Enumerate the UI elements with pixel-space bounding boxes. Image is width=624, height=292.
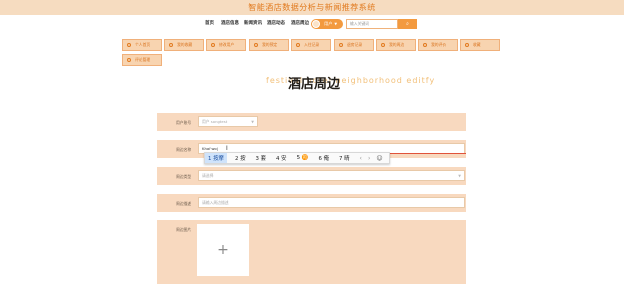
avatar <box>312 20 320 28</box>
circle-icon <box>423 43 427 47</box>
ime-candidate-bar: 1 按摩 2 按 3 套 4 安 5 🉑 6 俺 7 晴 ‹ › ☺ <box>204 152 390 164</box>
ime-candidate[interactable]: 7 晴 <box>339 154 350 162</box>
circle-icon <box>127 58 131 62</box>
chevron-down-icon: ▼ <box>458 174 461 178</box>
menu-button-reviews[interactable]: 我的评价 <box>418 39 458 51</box>
site-title: 智能酒店数据分析与新闻推荐系统 <box>248 3 376 12</box>
nav-item-hotel-info[interactable]: 酒店信息 <box>221 20 239 26</box>
desc-label: 周边描述 <box>176 201 192 206</box>
ime-candidate[interactable]: 1 按摩 <box>205 153 227 163</box>
user-select[interactable]: 用户 songtest ▼ <box>198 116 258 127</box>
menu-button-comments[interactable]: 评论管理 <box>122 54 162 66</box>
menu-button-collect[interactable]: 收藏 <box>460 39 500 51</box>
circle-icon <box>254 43 258 47</box>
ime-candidate[interactable]: 2 按 <box>235 154 246 162</box>
user-menu-button[interactable]: 用户 ▼ <box>311 19 343 29</box>
nav-item-home[interactable]: 首页 <box>205 20 214 26</box>
circle-icon <box>465 43 469 47</box>
image-upload-button[interactable]: + <box>197 224 249 276</box>
chevron-down-icon: ▼ <box>251 120 254 124</box>
chevron-down-icon: ▼ <box>334 22 338 26</box>
form-row-user: 用户账号 用户 songtest ▼ <box>157 113 466 131</box>
plus-icon: + <box>217 242 229 258</box>
ime-candidate[interactable]: 4 安 <box>276 154 287 162</box>
menu-button-favorites[interactable]: 我的收藏 <box>164 39 204 51</box>
chevron-right-icon[interactable]: › <box>368 155 370 162</box>
ime-candidate[interactable]: 5 🉑 <box>297 155 309 161</box>
nav-item-hotel-surroundings[interactable]: 酒店周边 <box>291 20 309 26</box>
search-input[interactable]: 输入关键词 <box>346 19 398 29</box>
nav-item-hotel-updates[interactable]: 酒店动态 <box>267 20 285 26</box>
menu-button-checkin[interactable]: 入住记录 <box>291 39 331 51</box>
emoji-icon[interactable]: ☺ <box>376 155 382 162</box>
nav-item-news[interactable]: 新闻资讯 <box>244 20 262 26</box>
type-label: 周边类型 <box>176 174 192 179</box>
circle-icon <box>211 43 215 47</box>
user-name: 用户 <box>324 21 333 26</box>
circle-icon <box>127 43 131 47</box>
ime-candidate[interactable]: 6 俺 <box>318 154 329 162</box>
image-label: 周边图片 <box>176 227 192 232</box>
search-button[interactable]: ⌕ <box>398 19 417 29</box>
circle-icon <box>339 43 343 47</box>
menu-button-profile[interactable]: 个人首页 <box>122 39 162 51</box>
user-label: 用户账号 <box>176 120 192 125</box>
search-icon: ⌕ <box>406 21 409 27</box>
menu-button-checkout[interactable]: 退房记录 <box>334 39 374 51</box>
menu-button-edit-user[interactable]: 修改用户 <box>206 39 246 51</box>
circle-icon <box>169 43 173 47</box>
text-cursor-icon: I <box>226 145 228 152</box>
desc-input[interactable]: 请输入周边描述 <box>198 197 465 208</box>
menu-button-surroundings[interactable]: 我的周边 <box>376 39 416 51</box>
ime-candidate[interactable]: 3 套 <box>255 154 266 162</box>
title-bar: 智能酒店数据分析与新闻推荐系统 <box>0 0 624 15</box>
circle-icon <box>296 43 300 47</box>
circle-icon <box>381 43 385 47</box>
name-label: 周边名称 <box>176 147 192 152</box>
form-row-desc: 周边描述 请输入周边描述 <box>157 194 466 212</box>
menu-button-reservations[interactable]: 我的预定 <box>249 39 289 51</box>
page-title: 酒店周边 <box>288 77 341 92</box>
type-select[interactable]: 请选择 ▼ <box>198 170 465 181</box>
chevron-left-icon[interactable]: ‹ <box>360 155 362 162</box>
form-row-type: 周边类型 请选择 ▼ <box>157 167 466 185</box>
